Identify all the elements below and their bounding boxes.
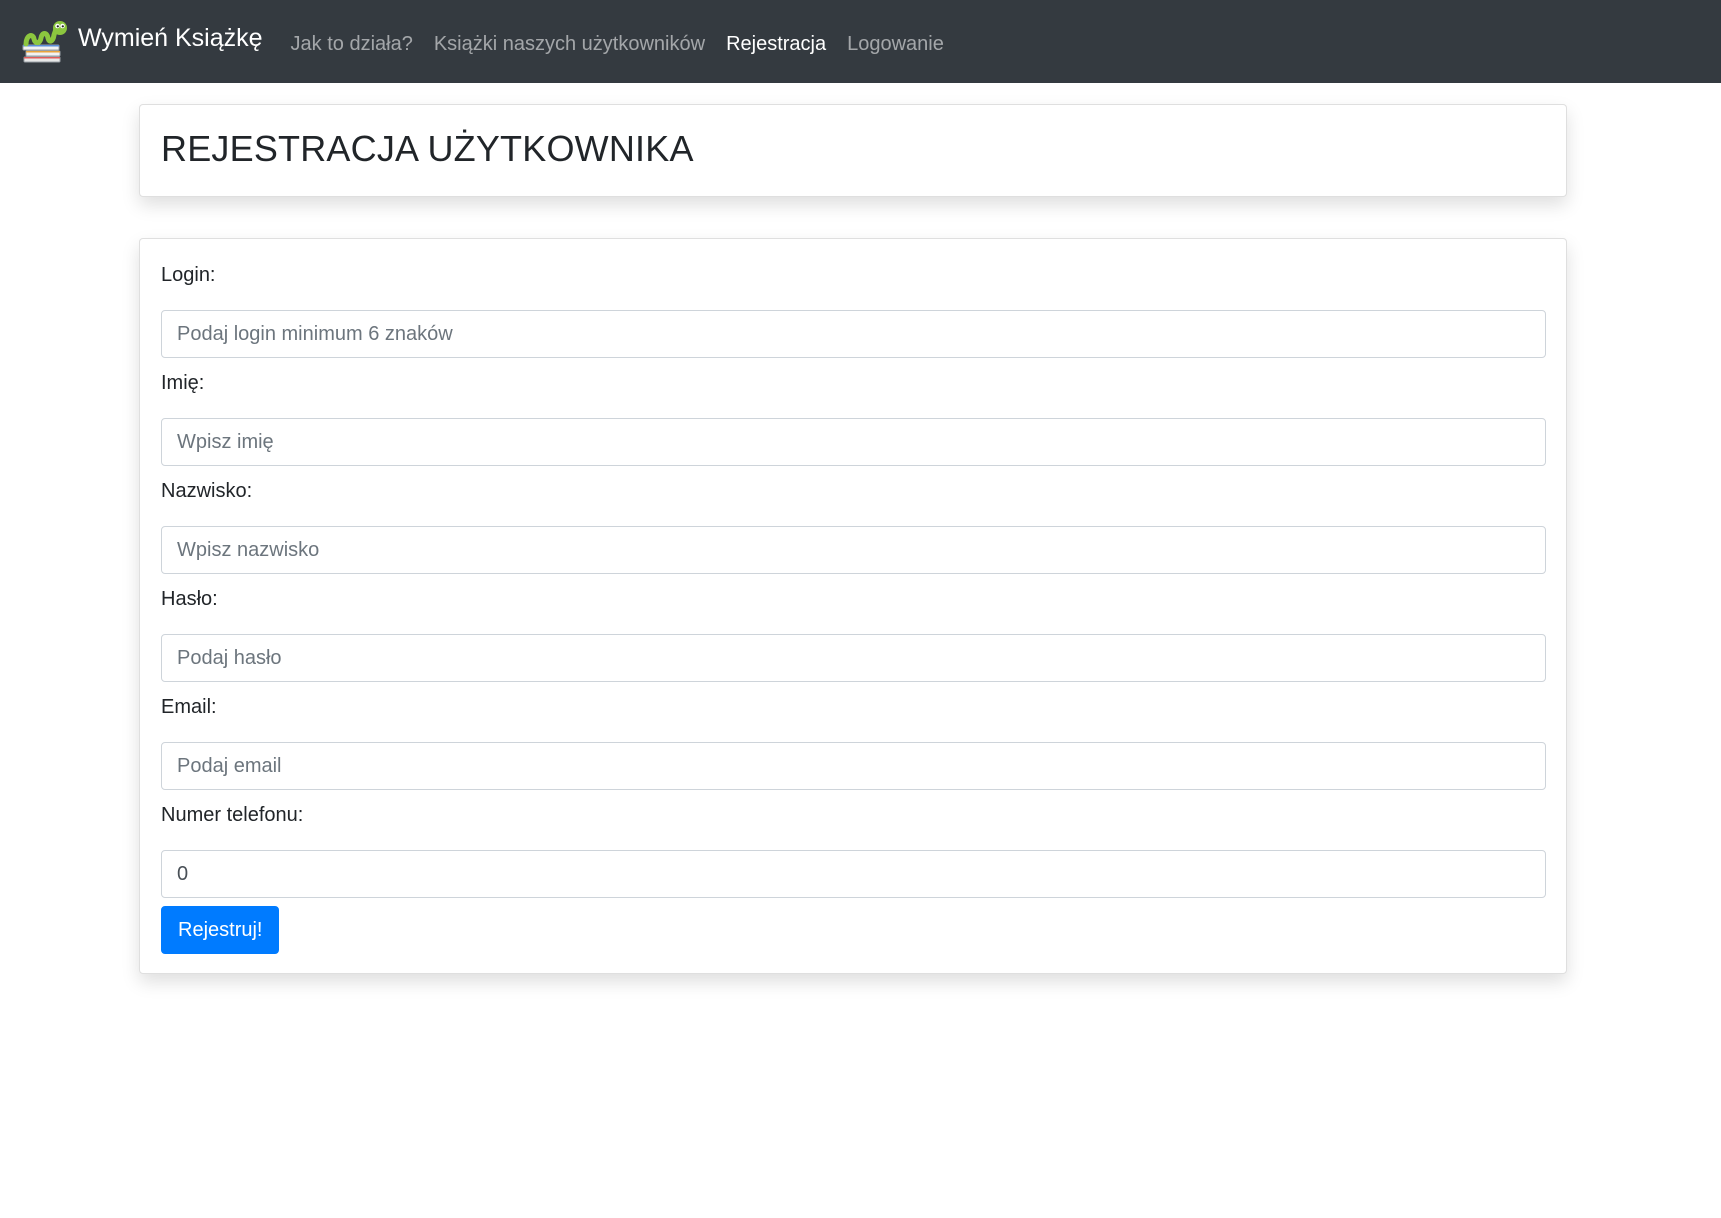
brand-link[interactable]: Wymień Książkę [20, 17, 263, 67]
nav-link-how-it-works[interactable]: Jak to działa? [291, 33, 413, 56]
login-input[interactable] [161, 310, 1546, 358]
register-button[interactable]: Rejestruj! [161, 906, 280, 954]
password-input[interactable] [161, 634, 1546, 682]
email-input[interactable] [161, 742, 1546, 790]
nav-link-registration[interactable]: Rejestracja [726, 33, 826, 56]
last-name-label: Nazwisko: [161, 480, 253, 502]
bookworm-on-books-icon [20, 17, 70, 67]
brand-name: Wymień Książkę [78, 23, 263, 52]
last-name-input[interactable] [161, 526, 1546, 574]
email-group: Email: [161, 695, 1546, 790]
top-navbar: Wymień Książkę Jak to działa? Książki na… [0, 0, 1721, 83]
password-group: Hasło: [161, 587, 1546, 682]
last-name-group: Nazwisko: [161, 479, 1546, 574]
registration-form: Login: Imię: Nazwisko: Hasło: Email: Num… [139, 238, 1567, 974]
email-label: Email: [161, 696, 217, 718]
phone-group: Numer telefonu: [161, 803, 1546, 898]
nav-link-user-books[interactable]: Książki naszych użytkowników [434, 33, 705, 56]
nav-link-login[interactable]: Logowanie [847, 33, 944, 56]
first-name-label: Imię: [161, 372, 205, 394]
title-card: REJESTRACJA UŻYTKOWNIKA [139, 104, 1567, 197]
login-group: Login: [161, 263, 1546, 358]
nav-links: Jak to działa? Książki naszych użytkowni… [291, 33, 965, 56]
phone-label: Numer telefonu: [161, 804, 304, 826]
first-name-group: Imię: [161, 371, 1546, 466]
phone-input[interactable] [161, 850, 1546, 898]
password-label: Hasło: [161, 588, 218, 610]
page-title: REJESTRACJA UŻYTKOWNIKA [161, 128, 694, 169]
login-label: Login: [161, 264, 216, 286]
first-name-input[interactable] [161, 418, 1546, 466]
